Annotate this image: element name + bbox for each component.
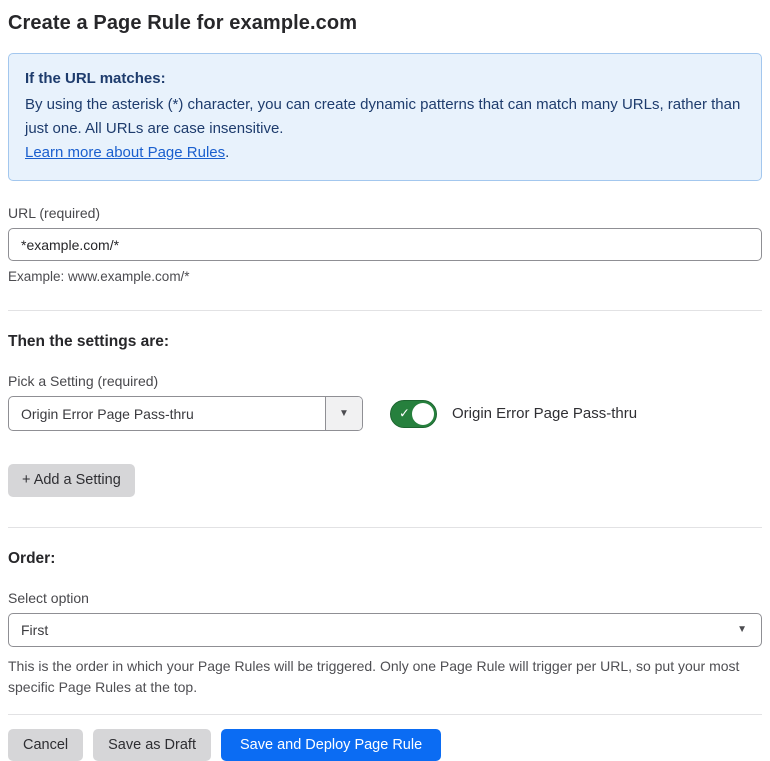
order-helper-text: This is the order in which your Page Rul…	[8, 657, 740, 696]
divider	[8, 310, 762, 311]
chevron-down-icon: ▼	[339, 407, 349, 419]
order-select-value: First	[21, 621, 49, 638]
url-match-info-callout: If the URL matches: By using the asteris…	[8, 53, 762, 181]
order-select-label: Select option	[8, 589, 89, 606]
setting-select-dropdown-button[interactable]: ▼	[325, 397, 362, 430]
setting-toggle[interactable]: ✓	[390, 399, 437, 428]
save-deploy-button[interactable]: Save and Deploy Page Rule	[220, 728, 442, 761]
settings-section-heading: Then the settings are:	[8, 333, 170, 350]
toggle-knob	[412, 402, 434, 425]
url-field-label: URL (required)	[8, 205, 101, 221]
setting-select-value: Origin Error Page Pass-thru	[21, 405, 194, 422]
footer-actions: Cancel Save as Draft Save and Deploy Pag…	[8, 728, 762, 761]
callout-heading: If the URL matches:	[25, 70, 166, 87]
callout-link-line: Learn more about Page Rules.	[25, 141, 745, 165]
page-title: Create a Page Rule for example.com	[8, 12, 358, 34]
setting-select[interactable]: Origin Error Page Pass-thru ▼	[8, 396, 363, 431]
chevron-down-icon: ▼	[737, 623, 747, 635]
add-setting-button[interactable]: + Add a Setting	[8, 464, 135, 497]
pick-setting-label: Pick a Setting (required)	[8, 373, 159, 389]
url-input[interactable]	[8, 228, 762, 261]
save-draft-button[interactable]: Save as Draft	[93, 728, 211, 761]
order-section-heading: Order:	[8, 549, 56, 567]
url-field-helper: Example: www.example.com/*	[8, 269, 190, 284]
divider	[8, 713, 762, 715]
link-period: .	[225, 144, 230, 161]
callout-body: By using the asterisk (*) character, you…	[25, 96, 741, 137]
cancel-button[interactable]: Cancel	[8, 728, 84, 761]
setting-toggle-label: Origin Error Page Pass-thru	[452, 405, 638, 422]
learn-more-link[interactable]: Learn more about Page Rules	[25, 144, 225, 161]
divider	[8, 526, 762, 528]
order-select[interactable]: First ▼	[8, 612, 762, 647]
setting-row: Origin Error Page Pass-thru ▼ ✓ Origin E…	[8, 396, 762, 431]
check-icon: ✓	[399, 405, 410, 421]
